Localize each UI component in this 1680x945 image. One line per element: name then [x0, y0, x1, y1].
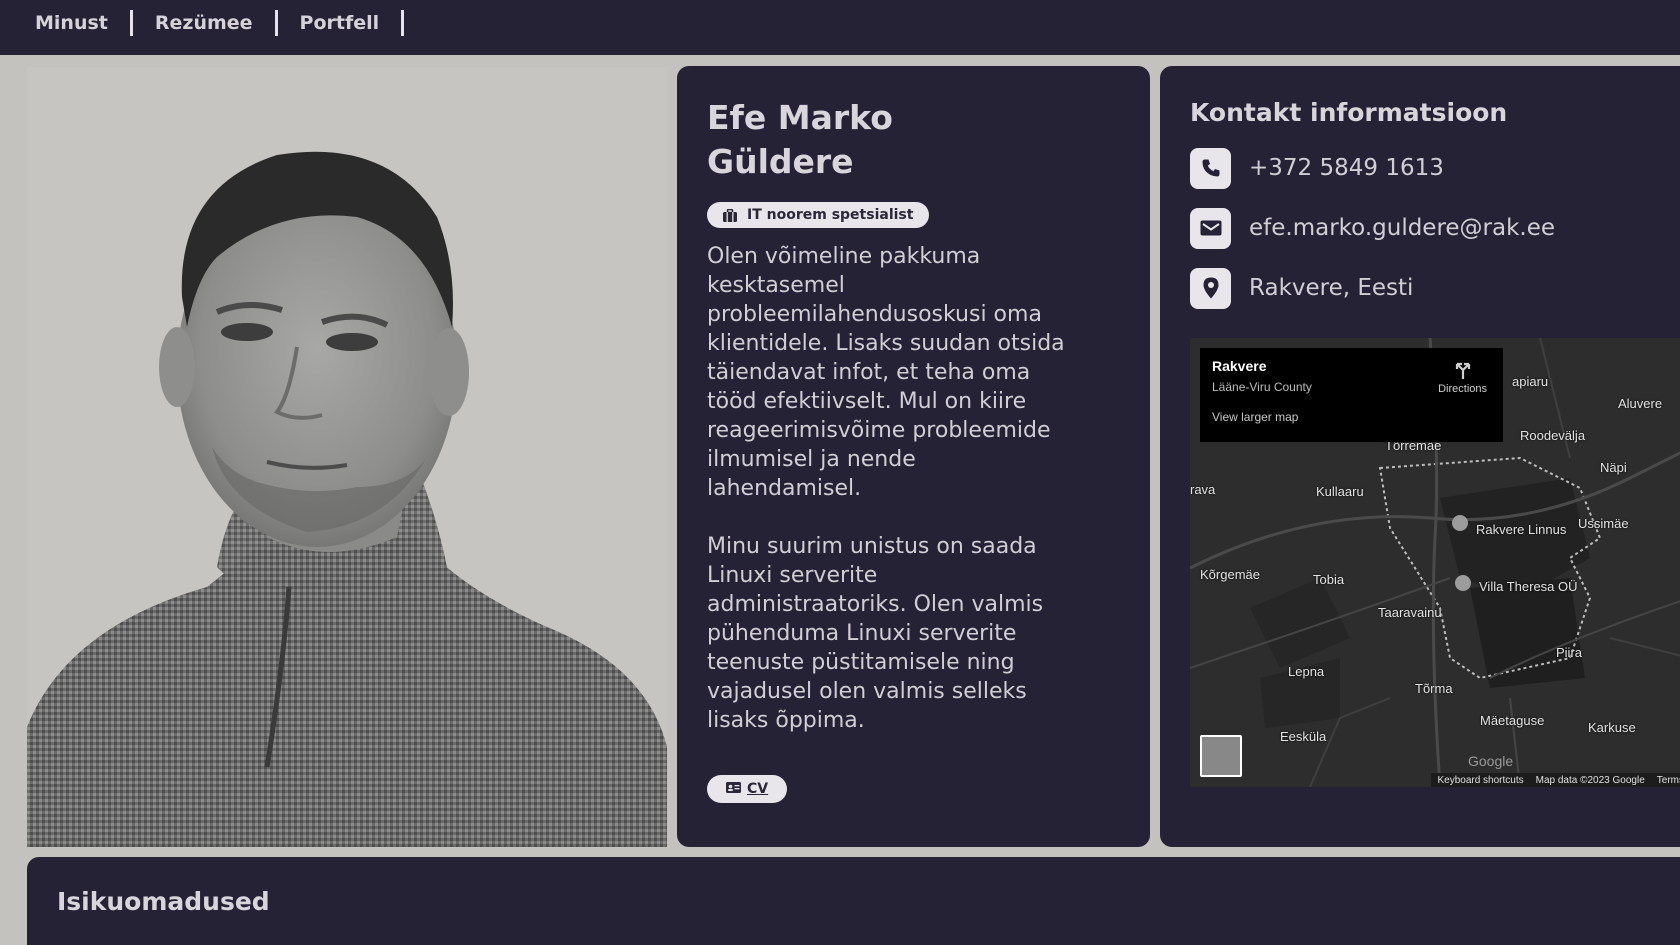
map-pin-icon — [1190, 267, 1231, 309]
map-label: Piira — [1556, 645, 1583, 660]
email-address[interactable]: efe.marko.guldere@rak.ee — [1249, 215, 1555, 241]
contact-phone-row: +372 5849 1613 — [1190, 147, 1680, 189]
bio-text: Olen võimeline pakkuma kesktasemel probl… — [707, 242, 1067, 735]
map-info-panel: Rakvere Lääne-Viru County View larger ma… — [1200, 348, 1503, 442]
embedded-map[interactable]: Rakvere Linnus Villa Theresa OÜ Roodeväl… — [1190, 338, 1680, 787]
map-label: Tõrma — [1415, 681, 1453, 696]
envelope-icon — [1190, 207, 1231, 249]
google-logo: Google — [1468, 753, 1514, 769]
nav-separator — [129, 10, 133, 36]
last-name: Güldere — [707, 142, 854, 181]
map-label: Kullaaru — [1316, 484, 1364, 499]
contact-email-row: efe.marko.guldere@rak.ee — [1190, 207, 1680, 249]
map-satellite-toggle[interactable] — [1200, 735, 1242, 777]
nav-separator — [401, 10, 405, 36]
keyboard-shortcuts-link[interactable]: Keyboard shortcuts — [1437, 775, 1523, 786]
map-label: apiaru — [1512, 374, 1549, 389]
map-label: Roodevälja — [1520, 428, 1586, 443]
phone-icon — [1190, 147, 1231, 189]
contact-title: Kontakt informatsioon — [1190, 98, 1508, 127]
nav-item-minust[interactable]: Minust — [35, 0, 108, 34]
bio-card: Efe Marko Güldere IT noorem spetsialist … — [677, 66, 1150, 847]
profile-name: Efe Marko Güldere — [707, 96, 1007, 184]
first-name: Efe Marko — [707, 98, 893, 137]
directions-icon — [1453, 362, 1473, 383]
map-label: rava — [1190, 482, 1216, 497]
location-text: Rakvere, Eesti — [1249, 275, 1414, 301]
nav-item-rezumee[interactable]: Rezümee — [155, 0, 253, 34]
bio-paragraph: Minu suurim unistus on saada Linuxi serv… — [707, 534, 1044, 733]
directions-button[interactable]: Directions — [1438, 360, 1487, 395]
traits-card: Isikuomadused — [27, 857, 1680, 945]
map-label: Ussimäe — [1578, 516, 1629, 531]
role-badge: IT noorem spetsialist — [707, 202, 930, 228]
map-label: Rakvere Linnus — [1476, 522, 1567, 537]
map-label: Kõrgemäe — [1200, 567, 1260, 582]
id-card-icon — [726, 781, 741, 797]
role-badge-label: IT noorem spetsialist — [747, 207, 914, 223]
map-footer: Keyboard shortcuts Map data ©2023 Google… — [1431, 773, 1680, 787]
profile-photo — [27, 67, 667, 847]
cv-button-label: CV — [747, 781, 769, 797]
contact-location-row: Rakvere, Eesti — [1190, 267, 1680, 309]
traits-title: Isikuomadused — [57, 887, 270, 916]
map-label: Tobia — [1313, 572, 1345, 587]
map-label: Näpi — [1600, 460, 1627, 475]
map-label: Karkuse — [1588, 720, 1636, 735]
directions-label: Directions — [1438, 383, 1487, 395]
terms-link[interactable]: Terms — [1657, 775, 1680, 786]
nav-separator — [274, 10, 278, 36]
map-label: Aluvere — [1618, 396, 1663, 411]
cv-button[interactable]: CV — [707, 775, 788, 803]
bio-paragraph: Olen võimeline pakkuma kesktasemel probl… — [707, 244, 1065, 501]
map-label: Villa Theresa OÜ — [1479, 579, 1578, 594]
map-label: Eesküla — [1280, 729, 1327, 744]
phone-number[interactable]: +372 5849 1613 — [1249, 155, 1444, 181]
top-nav: Minust Rezümee Portfell — [0, 0, 1680, 55]
view-larger-map-link[interactable]: View larger map — [1212, 410, 1491, 424]
map-label: Taaravainu — [1378, 605, 1442, 620]
map-label: Lepna — [1288, 664, 1325, 679]
map-data-attribution: Map data ©2023 Google — [1535, 774, 1645, 786]
nav-item-portfell[interactable]: Portfell — [300, 0, 380, 34]
map-label: Mäetaguse — [1480, 713, 1545, 728]
briefcase-icon — [723, 208, 737, 222]
contact-card: Kontakt informatsioon +372 5849 1613 efe… — [1160, 66, 1680, 847]
